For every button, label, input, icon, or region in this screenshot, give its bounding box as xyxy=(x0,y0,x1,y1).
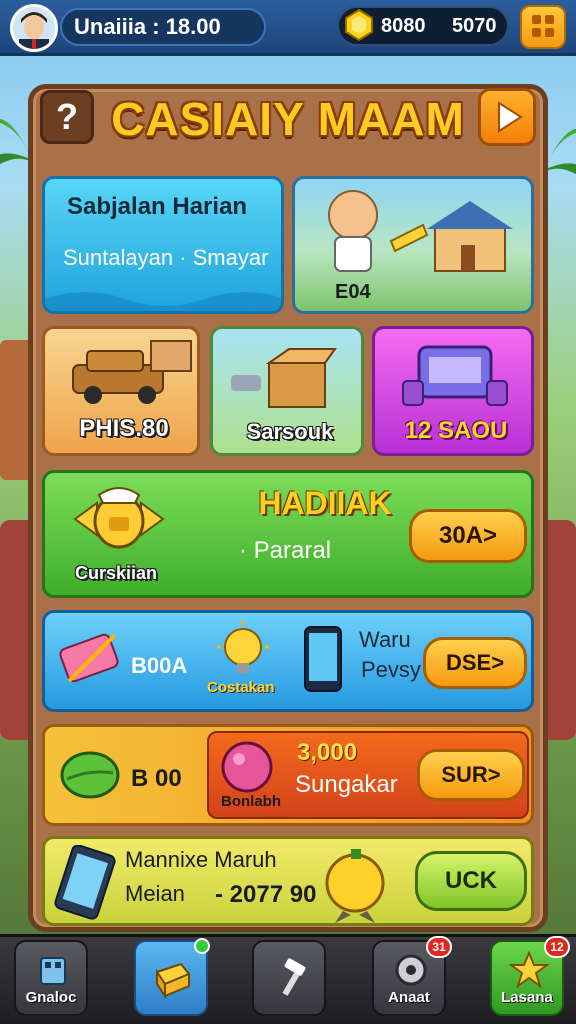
blue-offer-card[interactable]: B00A Costakan Waru Pevsy DSE> xyxy=(42,610,534,712)
menu-grid-button[interactable] xyxy=(520,5,566,49)
nav-favorites-badge: 12 xyxy=(544,936,570,958)
orange-offer-amount: 3,000 xyxy=(297,739,358,766)
tablet-icon xyxy=(54,845,116,920)
box-card[interactable]: Sarsouk xyxy=(210,326,364,456)
help-button[interactable]: ? xyxy=(40,90,94,144)
blue-offer-line2: Pevsy xyxy=(361,657,421,682)
yellow-offer-line1: Mannixe Maruh xyxy=(125,847,277,872)
lightbulb-icon xyxy=(217,621,269,673)
gem-icon xyxy=(345,8,373,42)
play-button[interactable] xyxy=(478,88,536,146)
gift-heading: HADIIAK xyxy=(258,485,392,521)
yellow-offer-card[interactable]: Mannixe Maruh Meian - 2077 90 UCK xyxy=(42,836,534,926)
orange-offer-name: Sungakar xyxy=(295,771,398,798)
grid-icon xyxy=(532,15,554,37)
leaf-icon xyxy=(60,751,120,799)
yellow-offer-line3: - 2077 90 xyxy=(215,881,317,908)
blue-offer-line1: Waru xyxy=(359,627,411,652)
blue-offer-value: B00A xyxy=(131,653,188,678)
car-label: PHIS.80 xyxy=(79,415,169,442)
trophy-icon xyxy=(73,487,165,549)
village-card[interactable]: E04 xyxy=(292,176,534,314)
gift-card[interactable]: Curskiian HADIIAK · Pararal 30A> xyxy=(42,470,534,598)
nav-box-notification-dot xyxy=(194,938,210,954)
nav-settings-badge: 31 xyxy=(426,936,452,958)
currency-a-value: 8080 xyxy=(381,15,426,37)
blue-offer-caption: Costakan xyxy=(207,679,275,696)
orange-offer-card[interactable]: B 00 Bonlabh 3,000 Sungakar SUR> xyxy=(42,724,534,826)
box-icon xyxy=(155,962,191,998)
blue-offer-button[interactable]: DSE> xyxy=(423,637,527,689)
car-card[interactable]: PHIS.80 xyxy=(42,326,200,456)
phone-icon xyxy=(304,626,342,692)
gift-claim-button[interactable]: 30A> xyxy=(409,509,527,563)
nav-item-box[interactable] xyxy=(134,938,210,1016)
yellow-offer-button[interactable]: UCK xyxy=(415,851,527,911)
hammer-icon xyxy=(282,958,306,996)
currency-b-value: 5070 xyxy=(452,15,497,37)
lemon-icon xyxy=(325,849,385,923)
nav-label-favorites: Lasana xyxy=(501,989,553,1006)
orange-offer-button[interactable]: SUR> xyxy=(417,749,525,801)
nav-item-favorites[interactable]: 12 Lasana xyxy=(490,936,570,1016)
purple-card[interactable]: 12 SAOU xyxy=(372,326,534,456)
wave-decoration-icon xyxy=(45,292,281,311)
nav-label-buildings: Gnaloc xyxy=(25,989,77,1006)
orange-offer-caption: Bonlabh xyxy=(221,793,281,810)
nav-item-settings[interactable]: 31 Anaat xyxy=(372,936,452,1016)
nav-item-tools[interactable] xyxy=(252,940,326,1016)
yellow-offer-line2: Meian xyxy=(125,881,185,906)
avatar-portrait-icon xyxy=(13,7,55,49)
berry-icon xyxy=(221,741,273,793)
village-scene-icon xyxy=(328,190,513,272)
orange-offer-value: B 00 xyxy=(131,765,182,792)
daily-subtitle: Suntalayan · Smayar xyxy=(63,245,269,270)
nav-label-settings: Anaat xyxy=(388,989,430,1006)
box-label: Sarsouk xyxy=(246,419,334,444)
nav-item-buildings[interactable]: Gnaloc xyxy=(14,940,88,1016)
star-icon xyxy=(509,950,549,989)
daily-card[interactable]: Sabjalan Harian Suntalayan · Smayar xyxy=(42,176,284,314)
gear-icon xyxy=(395,954,427,986)
gift-subtitle: · Pararal xyxy=(239,537,332,564)
play-icon xyxy=(498,101,523,133)
page-title: CASIAIY MAAM xyxy=(111,93,465,145)
ticket-icon xyxy=(59,633,119,683)
player-avatar[interactable] xyxy=(10,4,58,52)
console-icon xyxy=(402,345,508,406)
daily-title: Sabjalan Harian xyxy=(67,193,248,220)
crate-icon xyxy=(231,348,337,408)
car-icon xyxy=(72,340,192,404)
username-label: Unaiiia : 18.00 xyxy=(74,14,221,39)
purple-label: 12 SAOU xyxy=(404,417,508,444)
building-icon xyxy=(40,957,66,985)
village-label: E04 xyxy=(335,281,371,303)
gift-caption: Curskiian xyxy=(75,563,158,583)
